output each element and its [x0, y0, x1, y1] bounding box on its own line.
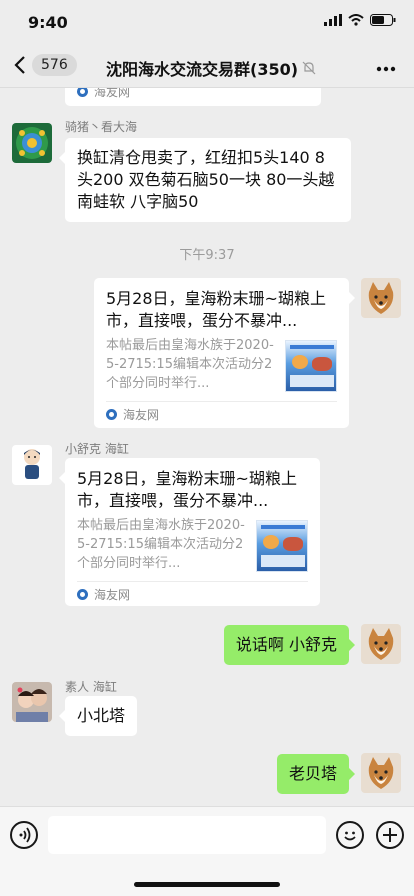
message-bubble[interactable]: 换缸清仓甩卖了，红纽扣5头140 8头200 双色菊石脑50一块 80一头越南蛙… — [59, 138, 351, 222]
link-card-source: 海友网 — [94, 588, 131, 602]
status-time: 9:40 — [28, 13, 68, 32]
avatar[interactable] — [12, 123, 52, 163]
shiba-avatar-icon — [361, 753, 401, 793]
shiba-avatar-icon — [361, 624, 401, 664]
source-icon — [77, 88, 88, 97]
message-list[interactable]: 海友网 骑猪丶看大海 换缸清仓甩卖了，红纽扣5头140 8头200 双色菊石脑5… — [0, 88, 414, 806]
more-dots-icon — [376, 66, 396, 72]
link-card-title: 5月28日，皇海粉末珊~瑚粮上市，直接喂，蛋分不暴冲... — [77, 469, 297, 510]
shiba-avatar-icon — [361, 278, 401, 318]
sender-name: 骑猪丶看大海 — [65, 120, 138, 134]
source-icon — [106, 409, 117, 420]
link-card-source: 海友网 — [123, 408, 160, 422]
couple-photo-avatar-icon — [12, 682, 52, 722]
timestamp: 下午9:37 — [179, 248, 235, 263]
status-bar: 9:40 — [0, 0, 414, 46]
source-icon — [77, 589, 88, 600]
back-button[interactable]: 576 — [14, 54, 77, 76]
battery-icon — [370, 14, 396, 26]
chevron-left-icon — [14, 56, 25, 74]
link-card-description: 本帖最后由皇海水族于2020-5-2715:15编辑本次活动分2个部分同时举行.… — [106, 338, 274, 391]
self-avatar[interactable] — [361, 278, 401, 318]
status-icons — [324, 14, 396, 26]
avatar[interactable] — [12, 445, 52, 485]
link-card-footer: 海友网 — [106, 401, 337, 427]
emoji-button[interactable] — [336, 821, 364, 849]
link-card[interactable]: 5月28日，皇海粉末珊~瑚粮上市，直接喂，蛋分不暴冲... 本帖最后由皇海水族于… — [94, 278, 355, 428]
link-card-description: 本帖最后由皇海水族于2020-5-2715:15编辑本次活动分2个部分同时举行.… — [77, 518, 245, 571]
link-card-title: 5月28日，皇海粉末珊~瑚粮上市，直接喂，蛋分不暴冲... — [106, 289, 326, 330]
voice-icon — [19, 827, 31, 843]
plus-icon — [383, 828, 397, 842]
peacock-avatar-icon — [12, 123, 52, 163]
unread-count-badge: 576 — [32, 54, 77, 76]
chat-title-text: 沈阳海水交流交易群(350) — [106, 60, 299, 79]
link-card-partial[interactable]: 海友网 — [65, 88, 321, 106]
message-input[interactable] — [48, 816, 326, 854]
link-card-thumbnail — [285, 340, 337, 392]
link-card-thumbnail — [256, 520, 308, 572]
signal-icon — [324, 14, 342, 26]
link-card[interactable]: 5月28日，皇海粉末珊~瑚粮上市，直接喂，蛋分不暴冲... 本帖最后由皇海水族于… — [59, 458, 320, 607]
chat-title: 沈阳海水交流交易群(350) — [106, 56, 316, 80]
link-card-footer: 海友网 — [77, 88, 309, 104]
more-options-button[interactable] — [376, 56, 396, 77]
more-actions-button[interactable] — [376, 821, 404, 849]
sender-name: 小舒克 海缸 — [65, 442, 129, 456]
emoji-icon — [344, 831, 356, 841]
message-bubble[interactable]: 小北塔 — [58, 696, 138, 736]
avatar[interactable] — [12, 682, 52, 722]
message-bubble[interactable]: 老贝塔 — [276, 754, 356, 794]
home-indicator[interactable] — [134, 882, 280, 887]
mute-bell-icon — [302, 61, 316, 75]
wifi-icon — [348, 14, 364, 26]
sender-name: 素人 海缸 — [65, 680, 117, 694]
link-card-source: 海友网 — [94, 88, 131, 99]
self-avatar[interactable] — [361, 753, 401, 793]
self-avatar[interactable] — [361, 624, 401, 664]
voice-input-button[interactable] — [10, 821, 38, 849]
link-card-footer: 海友网 — [77, 581, 308, 607]
chat-header: 576 沈阳海水交流交易群(350) — [0, 46, 414, 88]
message-bubble[interactable]: 说话啊 小舒克 — [223, 625, 356, 665]
cartoon-avatar-icon — [12, 445, 52, 485]
